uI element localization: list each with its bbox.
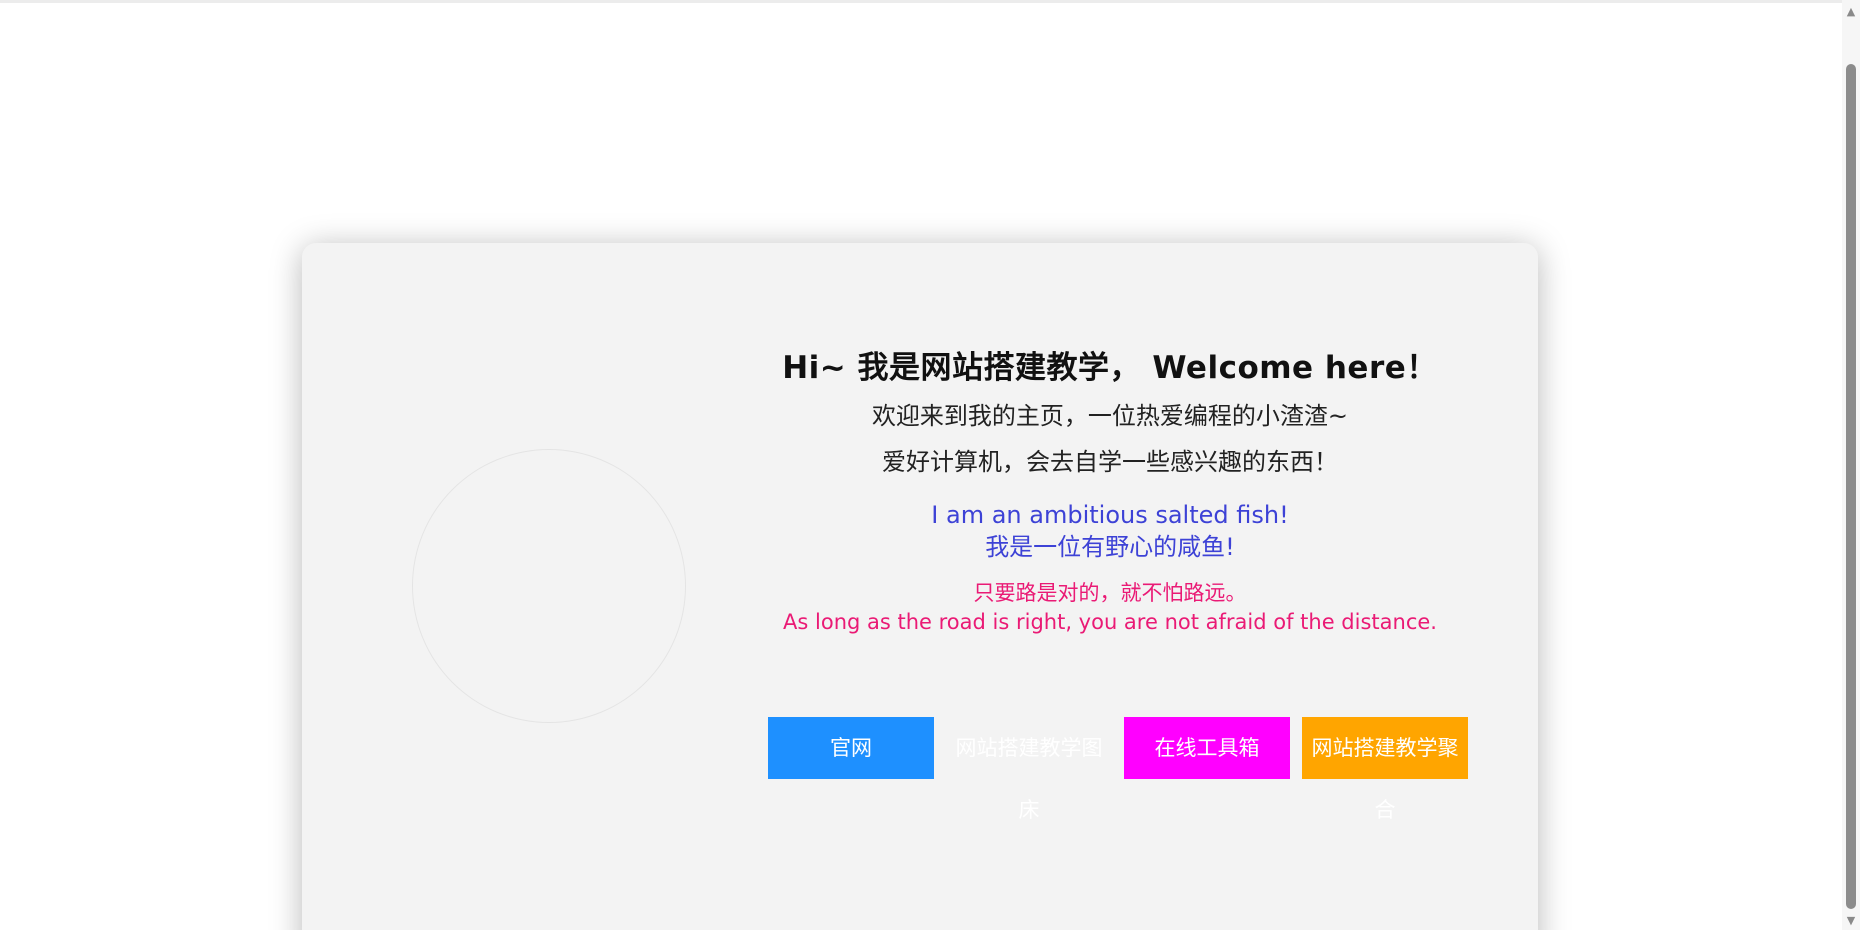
page-title: Hi~ 我是网站搭建教学， Welcome here！ (782, 350, 1438, 386)
saying-block: 只要路是对的，就不怕路远。 As long as the road is rig… (760, 579, 1460, 637)
official-site-button[interactable]: 官网 (768, 717, 934, 779)
image-bed-button[interactable]: 网站搭建教学图床 (946, 717, 1112, 841)
avatar (412, 449, 686, 723)
online-toolbox-button[interactable]: 在线工具箱 (1124, 717, 1290, 779)
top-border (0, 0, 1842, 3)
triangle-down-icon[interactable]: ▼ (1842, 912, 1860, 928)
aggregate-button[interactable]: 网站搭建教学聚合 (1302, 717, 1468, 822)
intro-line-2: 爱好计算机，会去自学一些感兴趣的东西！ (882, 448, 1338, 476)
motto-english: I am an ambitious salted fish! (931, 501, 1289, 529)
vertical-scrollbar[interactable]: ▲ ▼ (1842, 0, 1860, 930)
profile-content: Hi~ 我是网站搭建教学， Welcome here！ 欢迎来到我的主页，一位热… (760, 343, 1460, 637)
profile-card: Hi~ 我是网站搭建教学， Welcome here！ 欢迎来到我的主页，一位热… (302, 243, 1538, 930)
motto-chinese: 我是一位有野心的咸鱼! (985, 533, 1235, 561)
page-viewport: Hi~ 我是网站搭建教学， Welcome here！ 欢迎来到我的主页，一位热… (0, 0, 1860, 930)
triangle-up-icon[interactable]: ▲ (1842, 3, 1860, 19)
intro-line-1: 欢迎来到我的主页，一位热爱编程的小渣渣~ (871, 402, 1349, 430)
motto-block: I am an ambitious salted fish! 我是一位有野心的咸… (760, 499, 1460, 563)
saying-chinese: 只要路是对的，就不怕路远。 (973, 581, 1247, 605)
saying-english: As long as the road is right, you are no… (783, 610, 1437, 634)
link-buttons: 官网 网站搭建教学图床 在线工具箱 网站搭建教学聚合 (768, 717, 1468, 847)
scrollbar-thumb[interactable] (1846, 64, 1856, 909)
